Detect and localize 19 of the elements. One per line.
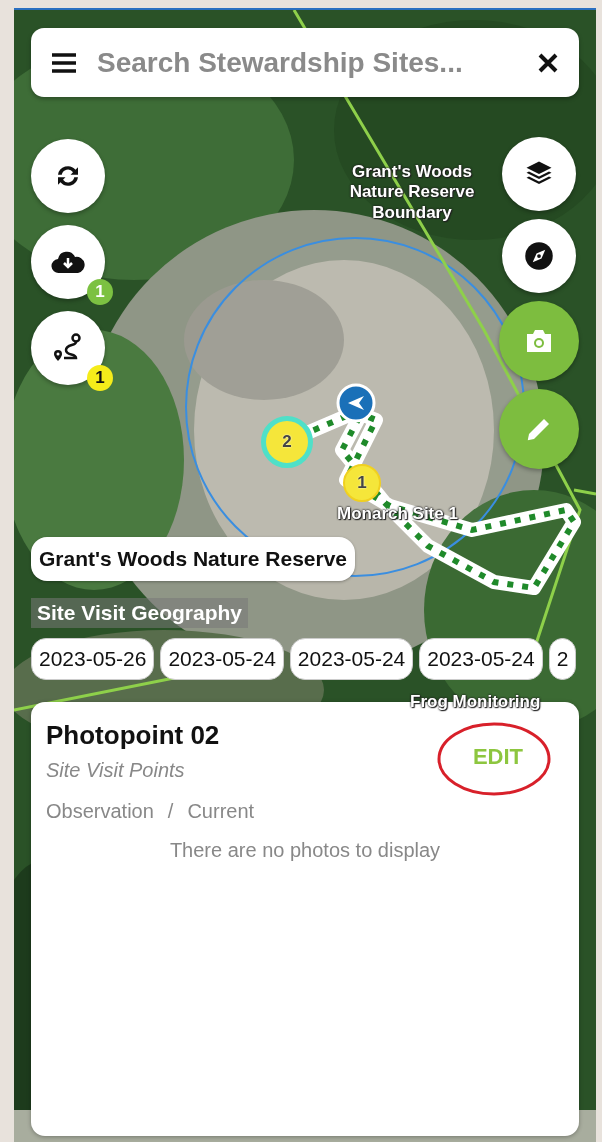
breadcrumb-item[interactable]: Current <box>187 800 255 823</box>
breadcrumb-separator: / <box>167 800 174 823</box>
cloud-download-icon <box>51 249 85 275</box>
date-chip[interactable]: 2023-05-24 <box>419 638 543 680</box>
area-chip[interactable]: Grant's Woods Nature Reserve <box>31 537 356 581</box>
menu-icon[interactable] <box>51 51 77 74</box>
date-chip[interactable]: 2023-05-26 <box>31 638 155 680</box>
close-icon[interactable] <box>537 51 559 74</box>
compass-icon <box>524 241 554 271</box>
date-chip[interactable]: 2023-05-24 <box>289 638 414 680</box>
search-field[interactable]: Search Stewardship Sites... <box>95 45 519 80</box>
panel-subtitle: Site Visit Points <box>46 759 186 782</box>
panel-title: Photopoint 02 <box>46 720 220 751</box>
section-title: Site Visit Geography <box>31 598 248 628</box>
search-bar[interactable]: Search Stewardship Sites... <box>31 28 579 97</box>
empty-message: There are no photos to display <box>168 839 442 862</box>
camera-icon <box>524 328 554 354</box>
breadcrumb-item[interactable]: Observation <box>46 800 154 823</box>
date-chip[interactable]: 2023-05-24 <box>160 638 284 680</box>
